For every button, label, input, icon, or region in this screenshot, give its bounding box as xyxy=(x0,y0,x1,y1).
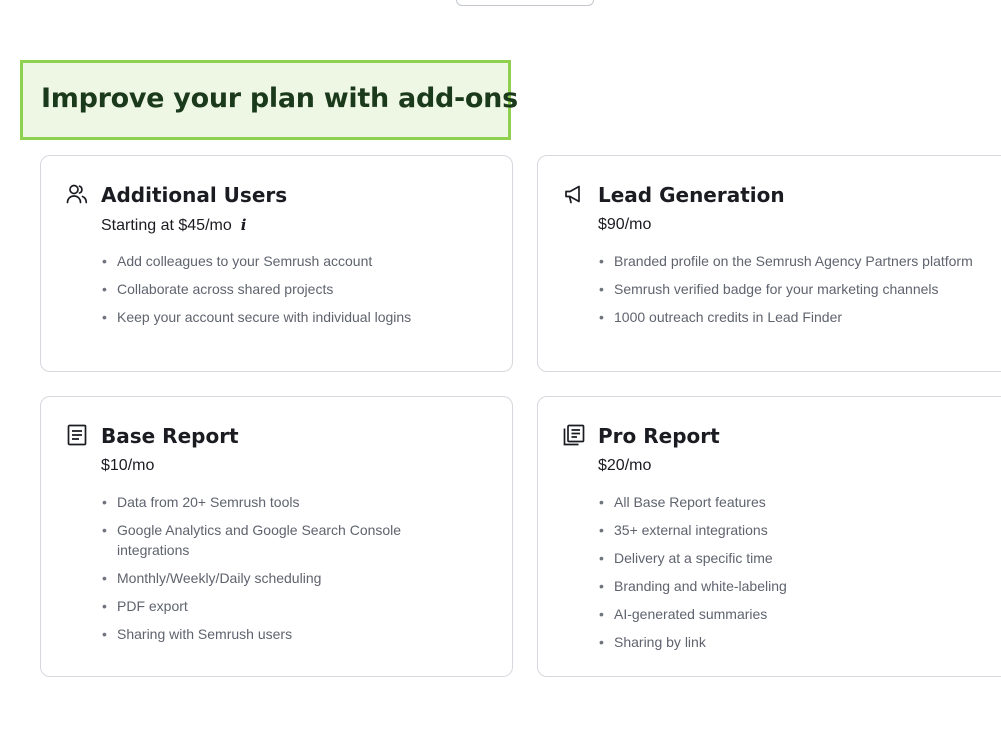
card-title: Lead Generation xyxy=(598,183,785,207)
document-icon xyxy=(66,424,88,446)
top-tab-button[interactable] xyxy=(456,0,594,6)
feature-item: Add colleagues to your Semrush account xyxy=(101,252,492,272)
feature-list: All Base Report features 35+ external in… xyxy=(598,493,996,661)
page-title: Improve your plan with add-ons xyxy=(41,83,518,114)
price-text: Starting at $45/mo xyxy=(101,217,232,234)
users-icon xyxy=(66,183,88,205)
feature-item: Collaborate across shared projects xyxy=(101,280,492,300)
card-price: $10/mo xyxy=(101,457,155,474)
feature-item: Sharing by link xyxy=(598,633,996,653)
card-title: Pro Report xyxy=(598,424,720,448)
feature-item: Delivery at a specific time xyxy=(598,549,996,569)
feature-item: 35+ external integrations xyxy=(598,521,996,541)
feature-item: AI-generated summaries xyxy=(598,605,996,625)
feature-list: Add colleagues to your Semrush account C… xyxy=(101,252,492,336)
card-price: $90/mo xyxy=(598,216,652,233)
card-price: $20/mo xyxy=(598,457,652,474)
feature-item: Sharing with Semrush users xyxy=(101,625,432,645)
documents-icon xyxy=(563,424,585,446)
addon-card-pro-report[interactable]: Pro Report $20/mo All Base Report featur… xyxy=(537,396,1001,677)
addon-card-lead-generation[interactable]: Lead Generation $90/mo Branded profile o… xyxy=(537,155,1001,372)
feature-item: Data from 20+ Semrush tools xyxy=(101,493,432,513)
card-title: Base Report xyxy=(101,424,239,448)
addons-heading-box: Improve your plan with add-ons xyxy=(20,60,518,140)
megaphone-icon xyxy=(563,183,585,205)
feature-item: Monthly/Weekly/Daily scheduling xyxy=(101,569,432,589)
feature-item: PDF export xyxy=(101,597,432,617)
card-title: Additional Users xyxy=(101,183,288,207)
feature-item: Keep your account secure with individual… xyxy=(101,308,492,328)
feature-list: Branded profile on the Semrush Agency Pa… xyxy=(598,252,980,336)
addon-card-base-report[interactable]: Base Report $10/mo Data from 20+ Semrush… xyxy=(40,396,513,677)
feature-item: Branding and white-labeling xyxy=(598,577,996,597)
feature-item: All Base Report features xyxy=(598,493,996,513)
feature-item: Branded profile on the Semrush Agency Pa… xyxy=(598,252,980,272)
feature-item: 1000 outreach credits in Lead Finder xyxy=(598,308,980,328)
feature-item: Semrush verified badge for your marketin… xyxy=(598,280,980,300)
feature-item: Google Analytics and Google Search Conso… xyxy=(101,521,432,560)
addon-card-additional-users[interactable]: Additional Users Starting at $45/mo i Add… xyxy=(40,155,513,372)
feature-list: Data from 20+ Semrush tools Google Analy… xyxy=(101,493,432,653)
info-icon[interactable]: i xyxy=(241,216,247,234)
card-price: Starting at $45/mo i xyxy=(101,216,246,235)
